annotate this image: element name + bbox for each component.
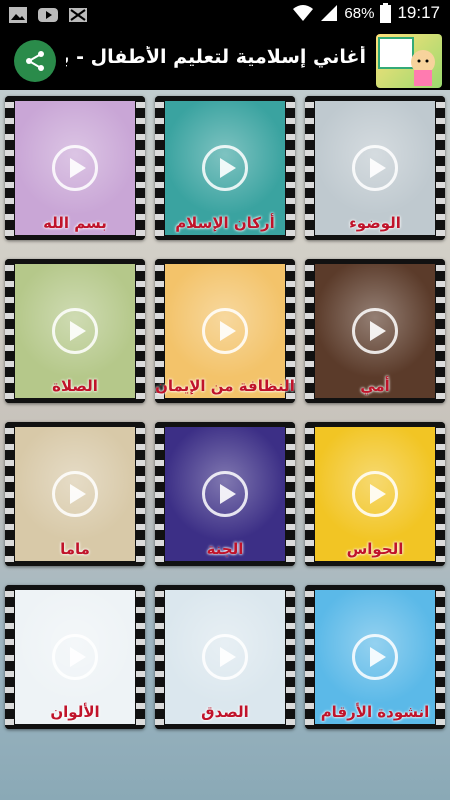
play-icon[interactable] [202, 145, 248, 191]
battery-icon [380, 3, 392, 23]
play-icon[interactable] [52, 145, 98, 191]
video-tile[interactable]: الألوان [5, 585, 145, 729]
app-bar: أغاني إسلامية لتعليم الأطفال - بدو [0, 32, 450, 90]
youtube-icon [38, 8, 58, 22]
play-icon[interactable] [202, 308, 248, 354]
play-icon[interactable] [202, 634, 248, 680]
video-tile[interactable]: انشودة الأرقام [305, 585, 445, 729]
mail-icon [69, 8, 87, 22]
video-tile[interactable]: الصدق [155, 585, 295, 729]
play-icon[interactable] [52, 634, 98, 680]
app-logo [376, 34, 442, 88]
video-tile[interactable]: أمي [305, 259, 445, 403]
video-tile[interactable]: النظافة من الإيمان [155, 259, 295, 403]
share-icon [26, 51, 44, 71]
play-icon[interactable] [352, 145, 398, 191]
wifi-icon [293, 5, 314, 21]
video-tile[interactable]: الحواس [305, 422, 445, 566]
video-title: الوضوء [349, 214, 401, 232]
video-tile[interactable]: ماما [5, 422, 145, 566]
clock: 19:17 [397, 3, 440, 22]
video-tile[interactable]: الوضوء [305, 96, 445, 240]
play-icon[interactable] [52, 471, 98, 517]
battery-percent: 68% [344, 4, 375, 22]
video-title: الصدق [201, 703, 249, 721]
video-tile[interactable]: بسم الله [5, 96, 145, 240]
video-title: أركان الإسلام [175, 214, 275, 232]
video-tile[interactable]: الجنة [155, 422, 295, 566]
play-icon[interactable] [352, 634, 398, 680]
video-title: الجنة [206, 540, 244, 558]
status-bar: 68% 19:17 [0, 0, 450, 32]
video-title: الصلاة [52, 377, 98, 395]
video-title: ماما [60, 540, 90, 558]
video-title: الحواس [346, 540, 404, 558]
video-title: أمي [360, 377, 390, 395]
video-tile[interactable]: أركان الإسلام [155, 96, 295, 240]
video-grid: بسم الله أركان الإسلام الوضوء الصلاة الن… [5, 96, 445, 729]
play-icon[interactable] [202, 471, 248, 517]
video-title: انشودة الأرقام [320, 703, 430, 721]
play-icon[interactable] [52, 308, 98, 354]
play-icon[interactable] [352, 308, 398, 354]
image-icon [9, 7, 27, 23]
share-button[interactable] [14, 40, 56, 82]
play-icon[interactable] [352, 471, 398, 517]
signal-icon [321, 5, 338, 21]
video-title: النظافة من الإيمان [155, 377, 295, 395]
app-title: أغاني إسلامية لتعليم الأطفال - بدو [66, 46, 366, 68]
video-title: بسم الله [43, 214, 107, 232]
video-tile[interactable]: الصلاة [5, 259, 145, 403]
video-title: الألوان [50, 703, 100, 721]
